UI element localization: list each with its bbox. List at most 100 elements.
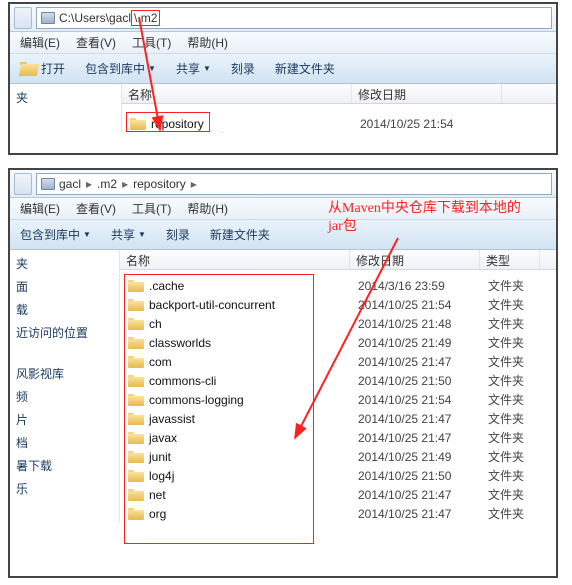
sidebar-item[interactable]: 档 <box>10 431 119 454</box>
file-type: 文件夹 <box>488 410 548 427</box>
share-button[interactable]: 共享▼ <box>107 224 150 245</box>
sidebar-item[interactable]: 频 <box>10 385 119 408</box>
file-name: com <box>149 355 172 369</box>
file-date: 2014/10/25 21:47 <box>358 431 488 445</box>
burn-button[interactable]: 刻录 <box>227 58 259 79</box>
file-row[interactable]: ch2014/10/25 21:48文件夹 <box>120 314 556 333</box>
file-name: javax <box>149 431 177 445</box>
sidebar-item[interactable]: 夹 <box>10 86 121 109</box>
address-field[interactable]: gacl▸ .m2▸ repository▸ <box>36 173 552 195</box>
file-name: classworlds <box>149 336 211 350</box>
folder-icon <box>128 413 144 425</box>
include-library-button[interactable]: 包含到库中▼ <box>81 58 160 79</box>
file-row[interactable]: backport-util-concurrent 2014/10/25 21:54… <box>120 295 556 314</box>
menu-edit[interactable]: 编辑(E) <box>14 198 66 219</box>
crumb-m2[interactable]: .m2 <box>97 177 117 191</box>
column-headers: 名称 修改日期 类型 <box>120 250 556 270</box>
file-row[interactable]: commons-logging2014/10/25 21:54文件夹 <box>120 390 556 409</box>
sidebar-item[interactable]: 载 <box>10 298 119 321</box>
file-name: net <box>149 488 166 502</box>
menu-help[interactable]: 帮助(H) <box>181 32 234 53</box>
file-row[interactable]: com2014/10/25 21:47文件夹 <box>120 352 556 371</box>
folder-icon <box>128 299 144 311</box>
file-type: 文件夹 <box>488 486 548 503</box>
sidebar-item[interactable]: 风影视库 <box>10 362 119 385</box>
file-type: 文件夹 <box>488 315 548 332</box>
file-row[interactable]: net 2014/10/25 21:47文件夹 <box>120 485 556 504</box>
file-name: repository <box>151 117 204 131</box>
folder-icon <box>128 394 144 406</box>
nav-back-icon[interactable] <box>14 173 32 195</box>
menu-help[interactable]: 帮助(H) <box>181 198 234 219</box>
new-folder-button[interactable]: 新建文件夹 <box>206 224 274 245</box>
sidebar-item[interactable]: 夹 <box>10 252 119 275</box>
file-type: 文件夹 <box>488 372 548 389</box>
sidebar-item[interactable]: 暑下载 <box>10 454 119 477</box>
crumb-repository[interactable]: repository <box>133 177 186 191</box>
drive-icon <box>41 178 55 190</box>
file-name: junit <box>149 450 171 464</box>
file-name: log4j <box>149 469 174 483</box>
menu-tools[interactable]: 工具(T) <box>126 32 177 53</box>
drive-icon <box>41 12 55 24</box>
menu-edit[interactable]: 编辑(E) <box>14 32 66 53</box>
col-name[interactable]: 名称 <box>122 84 352 103</box>
folder-icon <box>128 318 144 330</box>
folder-icon <box>130 118 146 130</box>
file-type: 文件夹 <box>488 277 548 294</box>
folder-icon <box>128 356 144 368</box>
file-name: org <box>149 507 166 521</box>
folder-icon <box>128 508 144 520</box>
file-name: backport-util-concurrent <box>149 298 275 312</box>
file-date: 2014/10/25 21:54 <box>360 117 490 131</box>
file-list: .cache2014/3/16 23:59文件夹backport-util-co… <box>120 270 556 523</box>
col-name[interactable]: 名称 <box>120 250 350 269</box>
file-row[interactable]: repository 2014/10/25 21:54 <box>122 114 556 133</box>
crumb-gacl[interactable]: gacl <box>59 177 81 191</box>
include-library-button[interactable]: 包含到库中▼ <box>16 224 95 245</box>
address-field[interactable]: C:\Users\gacl\.m2 <box>36 7 552 29</box>
file-row[interactable]: classworlds2014/10/25 21:49文件夹 <box>120 333 556 352</box>
menu-tools[interactable]: 工具(T) <box>126 198 177 219</box>
file-row[interactable]: log4j 2014/10/25 21:50文件夹 <box>120 466 556 485</box>
share-button[interactable]: 共享▼ <box>172 58 215 79</box>
col-type[interactable]: 类型 <box>480 250 540 269</box>
file-name: .cache <box>149 279 184 293</box>
open-button[interactable]: 打开 <box>16 58 69 79</box>
file-row[interactable]: org2014/10/25 21:47文件夹 <box>120 504 556 523</box>
col-date[interactable]: 修改日期 <box>352 84 502 103</box>
file-type: 文件夹 <box>488 467 548 484</box>
file-type: 文件夹 <box>488 505 548 522</box>
file-date: 2014/10/25 21:50 <box>358 469 488 483</box>
col-date[interactable]: 修改日期 <box>350 250 480 269</box>
folder-icon <box>128 489 144 501</box>
toolbar: 打开 包含到库中▼ 共享▼ 刻录 新建文件夹 <box>10 54 556 84</box>
burn-button[interactable]: 刻录 <box>162 224 194 245</box>
open-folder-icon <box>20 62 38 76</box>
sidebar-item[interactable]: 乐 <box>10 477 119 500</box>
folder-icon <box>128 470 144 482</box>
file-date: 2014/10/25 21:47 <box>358 488 488 502</box>
file-row[interactable]: commons-cli2014/10/25 21:50文件夹 <box>120 371 556 390</box>
sidebar: 夹 <box>10 84 122 133</box>
file-row[interactable]: .cache2014/3/16 23:59文件夹 <box>120 276 556 295</box>
folder-icon <box>128 280 144 292</box>
nav-back-icon[interactable] <box>14 7 32 29</box>
file-row[interactable]: javassist2014/10/25 21:47文件夹 <box>120 409 556 428</box>
new-folder-button[interactable]: 新建文件夹 <box>271 58 339 79</box>
file-date: 2014/10/25 21:54 <box>358 298 488 312</box>
sidebar-item[interactable]: 面 <box>10 275 119 298</box>
file-row[interactable]: javax2014/10/25 21:47文件夹 <box>120 428 556 447</box>
folder-icon <box>128 337 144 349</box>
column-headers: 名称 修改日期 <box>122 84 556 104</box>
folder-icon <box>128 451 144 463</box>
sidebar-item[interactable]: 近访问的位置 <box>10 321 119 344</box>
menu-view[interactable]: 查看(V) <box>70 198 122 219</box>
file-date: 2014/10/25 21:47 <box>358 412 488 426</box>
file-row[interactable]: junit2014/10/25 21:49文件夹 <box>120 447 556 466</box>
menu-view[interactable]: 查看(V) <box>70 32 122 53</box>
sidebar-item[interactable]: 片 <box>10 408 119 431</box>
file-pane: 名称 修改日期 repository 2014/10/25 21:54 <box>122 84 556 133</box>
address-path: C:\Users\gacl\.m2 <box>59 11 160 25</box>
explorer-window-m2: C:\Users\gacl\.m2 编辑(E) 查看(V) 工具(T) 帮助(H… <box>8 2 558 155</box>
